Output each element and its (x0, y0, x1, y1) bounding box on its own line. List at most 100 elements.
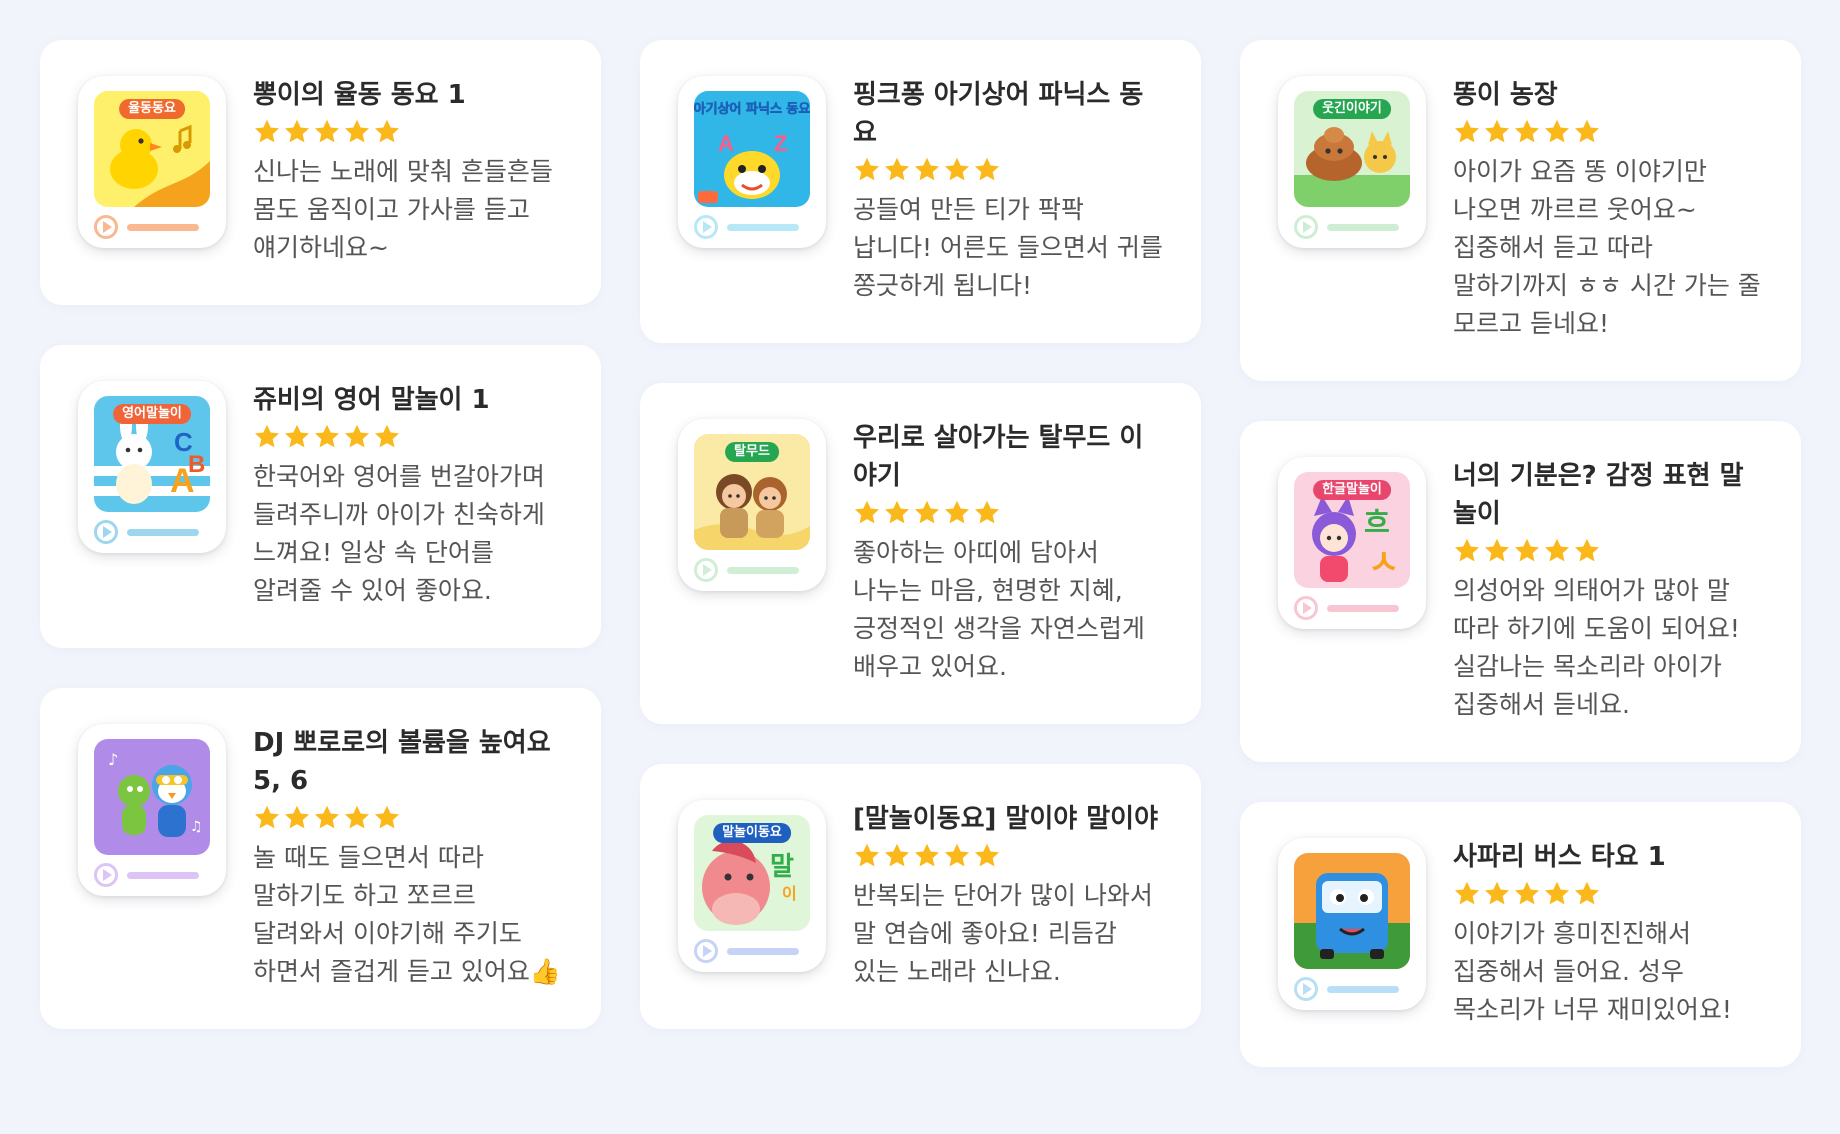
review-column-1: 율동동요 뽕이의 율동 동요 1 신나는 노래에 맞춰 흔들흔들 몸도 움직이고… (40, 40, 601, 1069)
star-icon (853, 156, 881, 188)
category-tag: 말놀이동요 (713, 823, 791, 843)
album-thumbnail[interactable] (1278, 838, 1426, 1010)
star-icon (283, 423, 311, 455)
star-icon (1573, 537, 1601, 569)
play-icon[interactable] (94, 215, 118, 239)
album-thumbnail[interactable]: 아기상어 파닉스 동요 A Z (678, 76, 826, 248)
star-rating (253, 804, 565, 836)
album-thumbnail[interactable]: 웃긴이야기 (1278, 76, 1426, 248)
play-icon[interactable] (694, 558, 718, 582)
review-body: 사파리 버스 타요 1 이야기가 흥미진진해서 집중해서 들어요. 성우 목소리… (1453, 838, 1765, 1029)
audio-player[interactable] (1294, 215, 1410, 239)
star-icon (913, 156, 941, 188)
star-icon (1453, 880, 1481, 912)
review-text: 반복되는 단어가 많이 나와서 말 연습에 좋아요! 리듬감 있는 노래라 신나… (853, 881, 1153, 986)
audio-player[interactable] (94, 215, 210, 239)
album-title: 우리로 살아가는 탈무드 이야기 (853, 423, 1144, 491)
review-text: 신나는 노래에 맞춰 흔들흔들 몸도 움직이고 가사를 듣고 얘기하네요~ (253, 157, 553, 262)
play-icon[interactable] (94, 520, 118, 544)
poop-icon: 웃긴이야기 (1294, 91, 1410, 207)
progress-bar[interactable] (1327, 985, 1399, 993)
play-icon[interactable] (1294, 215, 1318, 239)
review-card[interactable]: 흐 ㅅ 한글말놀이 너의 기분은? 감정 표현 말놀이 의성어와 의태어가 많아… (1240, 421, 1801, 762)
review-text: 의성어와 의태어가 많아 말 따라 하기에 도움이 되어요! 실감나는 목소리라… (1453, 576, 1740, 719)
category-tag: 율동동요 (119, 99, 185, 119)
album-title: 똥이 농장 (1453, 80, 1558, 110)
progress-bar[interactable] (727, 223, 799, 231)
progress-bar[interactable] (1327, 223, 1399, 231)
review-column-3: 웃긴이야기 똥이 농장 아이가 요즘 똥 이야기만 나오면 까르르 웃어요~ 집… (1240, 40, 1801, 1107)
audio-player[interactable] (94, 520, 210, 544)
star-icon (913, 842, 941, 874)
review-body: 우리로 살아가는 탈무드 이야기 좋아하는 아띠에 담아서 나누는 마음, 현명… (853, 419, 1165, 686)
album-thumbnail[interactable]: ♪ ♫ (78, 724, 226, 896)
star-rating (1453, 537, 1765, 569)
progress-bar[interactable] (1327, 604, 1399, 612)
tayo-bus-icon (1294, 853, 1410, 969)
album-title: 뽕이의 율동 동요 1 (253, 80, 466, 110)
star-icon (253, 804, 281, 836)
review-card[interactable]: 율동동요 뽕이의 율동 동요 1 신나는 노래에 맞춰 흔들흔들 몸도 움직이고… (40, 40, 601, 305)
star-icon (283, 118, 311, 150)
album-thumbnail[interactable]: C A B 영어말놀이 (78, 381, 226, 553)
svg-text:♫: ♫ (190, 819, 203, 835)
review-card[interactable]: 웃긴이야기 똥이 농장 아이가 요즘 똥 이야기만 나오면 까르르 웃어요~ 집… (1240, 40, 1801, 381)
star-icon (883, 156, 911, 188)
audio-player[interactable] (1294, 977, 1410, 1001)
review-card[interactable]: 탈무드 우리로 살아가는 탈무드 이야기 좋아하는 아띠에 담아서 나누는 마음… (640, 383, 1201, 724)
progress-bar[interactable] (727, 947, 799, 955)
review-body: [말놀이동요] 말이야 말이야 반복되는 단어가 많이 나와서 말 연습에 좋아… (853, 800, 1165, 991)
play-icon[interactable] (1294, 977, 1318, 1001)
star-icon (283, 804, 311, 836)
review-card[interactable]: C A B 영어말놀이 쥬비의 영어 말놀이 1 한국어와 영어를 번갈아가며 … (40, 345, 601, 648)
progress-bar[interactable] (127, 223, 199, 231)
star-icon (1453, 118, 1481, 150)
review-text: 놀 때도 들으면서 따라 말하기도 하고 쪼르르 달려와서 이야기해 주기도 하… (253, 843, 561, 986)
bunny-icon: C A B 영어말놀이 (94, 396, 210, 512)
star-icon (1543, 118, 1571, 150)
review-text: 좋아하는 아띠에 담아서 나누는 마음, 현명한 지혜, 긍정적인 생각을 자연… (853, 538, 1145, 681)
play-icon[interactable] (1294, 596, 1318, 620)
category-tag: 영어말놀이 (113, 404, 191, 424)
cat-girl-icon: 흐 ㅅ 한글말놀이 (1294, 472, 1410, 588)
star-icon (343, 118, 371, 150)
star-icon (1513, 880, 1541, 912)
review-card[interactable]: ♪ ♫ DJ 뽀로로의 볼륨을 높여요 5, 6 놀 때도 들으면서 따라 말하… (40, 688, 601, 1029)
review-body: 뽕이의 율동 동요 1 신나는 노래에 맞춰 흔들흔들 몸도 움직이고 가사를 … (253, 76, 565, 267)
album-thumbnail[interactable]: 흐 ㅅ 한글말놀이 (1278, 457, 1426, 629)
review-text: 공들여 만든 티가 팍팍 납니다! 어른도 들으면서 귀를 쫑긋하게 됩니다! (853, 195, 1163, 300)
progress-bar[interactable] (727, 566, 799, 574)
audio-player[interactable] (94, 863, 210, 887)
audio-player[interactable] (1294, 596, 1410, 620)
star-icon (313, 118, 341, 150)
audio-player[interactable] (694, 558, 810, 582)
play-icon[interactable] (694, 215, 718, 239)
star-icon (1513, 537, 1541, 569)
star-icon (1573, 880, 1601, 912)
album-thumbnail[interactable]: 말 이 말놀이동요 (678, 800, 826, 972)
svg-text:이: 이 (782, 884, 797, 903)
star-icon (973, 156, 1001, 188)
review-text: 이야기가 흥미진진해서 집중해서 들어요. 성우 목소리가 너무 재미있어요! (1453, 919, 1732, 1024)
review-card[interactable]: 사파리 버스 타요 1 이야기가 흥미진진해서 집중해서 들어요. 성우 목소리… (1240, 802, 1801, 1067)
review-text: 아이가 요즘 똥 이야기만 나오면 까르르 웃어요~ 집중해서 듣고 따라 말하… (1453, 157, 1761, 338)
category-tag: 탈무드 (725, 442, 779, 462)
star-icon (973, 842, 1001, 874)
audio-player[interactable] (694, 939, 810, 963)
progress-bar[interactable] (127, 871, 199, 879)
review-card[interactable]: 말 이 말놀이동요 [말놀이동요] 말이야 말이야 반복되는 단어가 많이 나와… (640, 764, 1201, 1029)
progress-bar[interactable] (127, 528, 199, 536)
play-icon[interactable] (94, 863, 118, 887)
star-icon (313, 804, 341, 836)
star-icon (373, 804, 401, 836)
audio-player[interactable] (694, 215, 810, 239)
star-icon (853, 842, 881, 874)
star-icon (343, 423, 371, 455)
album-thumbnail[interactable]: 탈무드 (678, 419, 826, 591)
album-thumbnail[interactable]: 율동동요 (78, 76, 226, 248)
play-icon[interactable] (694, 939, 718, 963)
star-icon (253, 423, 281, 455)
svg-text:흐: 흐 (1364, 506, 1390, 539)
review-card[interactable]: 아기상어 파닉스 동요 A Z 핑크퐁 아기상어 파닉스 동요 공들여 만든 티… (640, 40, 1201, 343)
pororo-icon: ♪ ♫ (94, 739, 210, 855)
